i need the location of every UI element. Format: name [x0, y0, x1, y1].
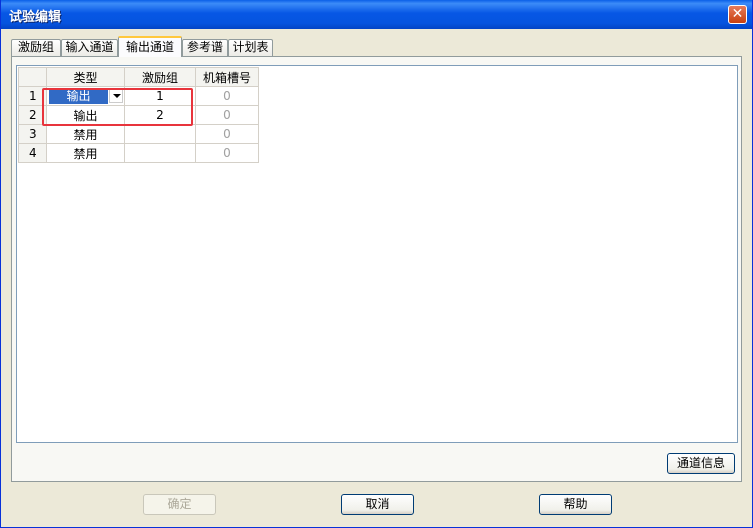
close-icon[interactable]: ✕ — [728, 5, 747, 24]
window-title: 试验编辑 — [9, 10, 62, 25]
table-row: 4 禁用 0 — [18, 143, 259, 163]
tab-input-channel[interactable]: 输入通道 — [61, 39, 118, 56]
column-header-group[interactable]: 激励组 — [124, 67, 196, 87]
slot-cell: 0 — [195, 105, 259, 125]
tab-output-channel[interactable]: 输出通道 — [118, 36, 182, 57]
table-row: 1 输出 1 0 — [18, 86, 259, 106]
group-cell[interactable] — [124, 124, 196, 144]
channel-grid[interactable]: 类型 激励组 机箱槽号 1 输出 1 0 2 输出 2 0 3 禁用 0 4 禁… — [16, 65, 738, 443]
row-number[interactable]: 1 — [18, 86, 47, 106]
row-number[interactable]: 3 — [18, 124, 47, 144]
slot-cell: 0 — [195, 86, 259, 106]
title-bar[interactable]: 试验编辑 ✕ — [1, 0, 752, 29]
column-header-slot[interactable]: 机箱槽号 — [195, 67, 259, 87]
row-number[interactable]: 4 — [18, 143, 47, 163]
table-header-row: 类型 激励组 机箱槽号 — [18, 67, 259, 87]
tab-reference-spectrum[interactable]: 参考谱 — [182, 39, 228, 56]
group-cell[interactable]: 1 — [124, 86, 196, 106]
slot-cell: 0 — [195, 124, 259, 144]
tab-excitation-group[interactable]: 激励组 — [11, 39, 61, 56]
tab-schedule[interactable]: 计划表 — [228, 39, 273, 56]
corner-header — [18, 67, 47, 87]
group-cell[interactable] — [124, 143, 196, 163]
column-header-type[interactable]: 类型 — [46, 67, 125, 87]
help-button[interactable]: 帮助 — [539, 494, 612, 515]
cancel-button[interactable]: 取消 — [341, 494, 414, 515]
type-cell[interactable]: 禁用 — [46, 143, 125, 163]
channel-info-button[interactable]: 通道信息 — [667, 453, 735, 474]
group-cell[interactable]: 2 — [124, 105, 196, 125]
table-row: 3 禁用 0 — [18, 124, 259, 144]
table-row: 2 输出 2 0 — [18, 105, 259, 125]
type-dropdown-value[interactable]: 输出 — [49, 88, 108, 104]
row-number[interactable]: 2 — [18, 105, 47, 125]
ok-button[interactable]: 确定 — [143, 494, 216, 515]
type-cell[interactable]: 输出 — [46, 105, 125, 125]
type-cell[interactable]: 禁用 — [46, 124, 125, 144]
channel-table: 类型 激励组 机箱槽号 1 输出 1 0 2 输出 2 0 3 禁用 0 4 禁… — [18, 67, 259, 163]
slot-cell: 0 — [195, 143, 259, 163]
type-cell[interactable]: 输出 — [46, 86, 125, 106]
dialog-window: 试验编辑 ✕ 激励组 输入通道 输出通道 参考谱 计划表 类型 激励组 机箱槽号… — [0, 0, 753, 528]
dropdown-arrow-icon[interactable] — [109, 88, 123, 103]
